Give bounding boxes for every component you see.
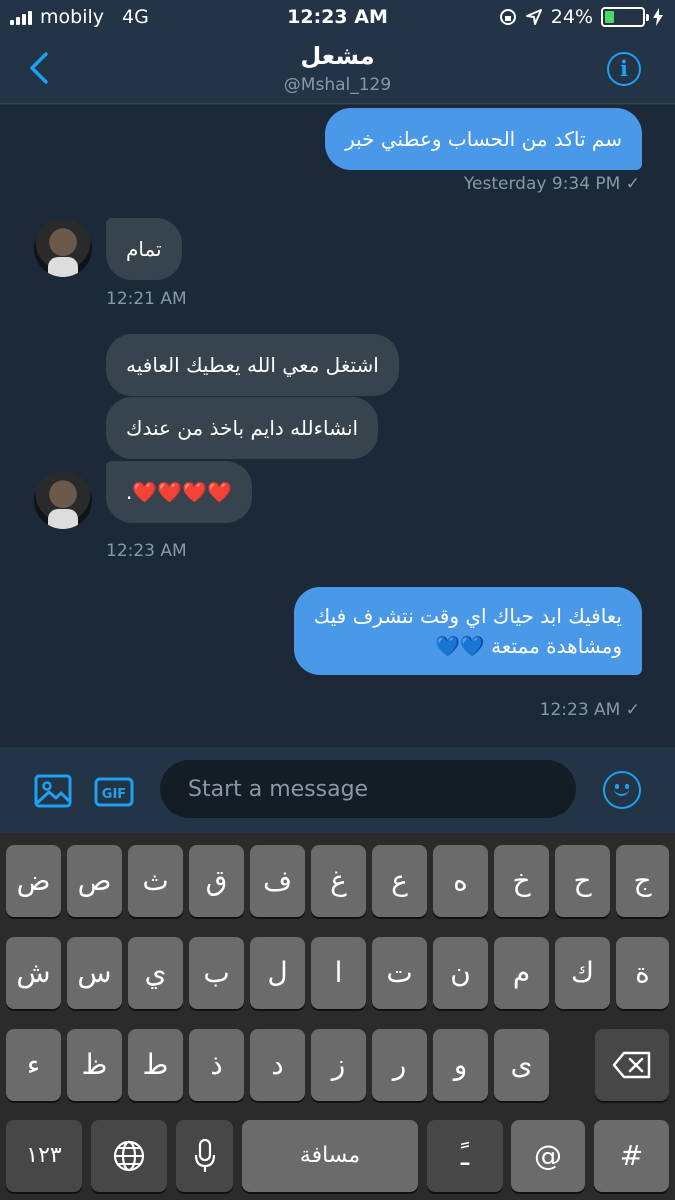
key[interactable]: م	[494, 937, 549, 1009]
contact-avatar[interactable]	[34, 471, 92, 529]
rotation-lock-icon	[499, 9, 516, 25]
key[interactable]: ح	[555, 845, 610, 917]
key[interactable]: ظ	[67, 1029, 122, 1101]
diacritic-key[interactable]: ـً	[427, 1120, 503, 1192]
key[interactable]: ء	[6, 1029, 61, 1101]
key[interactable]: ك	[555, 937, 610, 1009]
globe-key[interactable]	[91, 1120, 167, 1192]
backspace-icon	[612, 1051, 651, 1079]
at-key[interactable]: @	[511, 1120, 585, 1192]
outgoing-message[interactable]: سم تاكد من الحساب وعطني خبر	[325, 108, 642, 170]
keyboard: ض ص ث ق ف غ ع ه خ ح ج ش س ي ب ل ا ت ن م …	[0, 833, 675, 1200]
contact-avatar[interactable]	[34, 219, 92, 277]
key[interactable]: ف	[250, 845, 305, 917]
conversation-header: مشعل @Mshal_129 i	[0, 36, 675, 104]
message-timestamp: 12:21 AM	[106, 289, 187, 309]
key[interactable]: ة	[616, 937, 669, 1009]
battery-percent: 24%	[550, 6, 593, 28]
key[interactable]: ع	[372, 845, 427, 917]
location-arrow-icon	[525, 9, 542, 25]
key[interactable]: ق	[189, 845, 244, 917]
key[interactable]: ت	[372, 937, 427, 1009]
contact-name[interactable]: مشعل	[0, 42, 675, 70]
microphone-icon	[194, 1138, 215, 1172]
contact-handle: @Mshal_129	[283, 75, 392, 95]
gif-icon[interactable]: GIF	[94, 771, 134, 811]
info-icon[interactable]: i	[607, 52, 641, 86]
message-line: ومشاهدة ممتعة 💙💙	[434, 634, 622, 658]
key[interactable]: ط	[128, 1029, 183, 1101]
space-key[interactable]: مسافة	[242, 1120, 418, 1192]
message-timestamp: Yesterday 9:34 PM ✓	[463, 174, 640, 194]
globe-icon	[113, 1140, 145, 1172]
key[interactable]: س	[67, 937, 122, 1009]
gif-label: GIF	[102, 787, 126, 802]
incoming-message[interactable]: ❤️❤️❤️❤️.	[106, 461, 252, 523]
message-input[interactable]	[160, 760, 576, 818]
key[interactable]: د	[250, 1029, 305, 1101]
backspace-key[interactable]	[595, 1029, 669, 1101]
key[interactable]: ن	[433, 937, 488, 1009]
key[interactable]: ز	[311, 1029, 366, 1101]
charging-bolt-icon	[653, 8, 663, 26]
key[interactable]: ا	[311, 937, 366, 1009]
key[interactable]: و	[433, 1029, 488, 1101]
key[interactable]: خ	[494, 845, 549, 917]
key[interactable]: ش	[6, 937, 61, 1009]
message-line: يعافيك ابد حياك اي وقت نتشرف فيك	[313, 604, 622, 628]
key[interactable]: ث	[128, 845, 183, 917]
message-thread[interactable]: سم تاكد من الحساب وعطني خبر Yesterday 9:…	[0, 105, 675, 747]
status-bar: mobily 4G 12:23 AM 24%	[0, 0, 675, 36]
emoji-icon[interactable]	[603, 771, 641, 809]
image-icon[interactable]	[33, 771, 73, 811]
key[interactable]: ل	[250, 937, 305, 1009]
numbers-key[interactable]: ١٢٣	[6, 1120, 82, 1192]
outgoing-message[interactable]: يعافيك ابد حياك اي وقت نتشرف فيك ومشاهدة…	[293, 587, 642, 675]
key[interactable]: غ	[311, 845, 366, 917]
battery-icon	[601, 7, 649, 27]
message-timestamp: 12:23 AM	[106, 541, 187, 561]
incoming-message[interactable]: اشتغل معي الله يعطيك العافيه	[106, 334, 399, 396]
message-timestamp: 12:23 AM ✓	[539, 700, 640, 720]
incoming-message[interactable]: انشاءلله دايم باخذ من عندك	[106, 397, 379, 459]
key[interactable]: ب	[189, 937, 244, 1009]
key[interactable]: ص	[67, 845, 122, 917]
incoming-message[interactable]: تمام	[106, 218, 182, 280]
key[interactable]: ي	[128, 937, 183, 1009]
key[interactable]: ى	[494, 1029, 549, 1101]
key[interactable]: ض	[6, 845, 61, 917]
key[interactable]: ذ	[189, 1029, 244, 1101]
dictation-key[interactable]	[176, 1120, 233, 1192]
compose-bar: GIF	[0, 747, 675, 833]
key[interactable]: ج	[616, 845, 669, 917]
hash-key[interactable]: #	[594, 1120, 669, 1192]
key[interactable]: ه	[433, 845, 488, 917]
key[interactable]: ر	[372, 1029, 427, 1101]
